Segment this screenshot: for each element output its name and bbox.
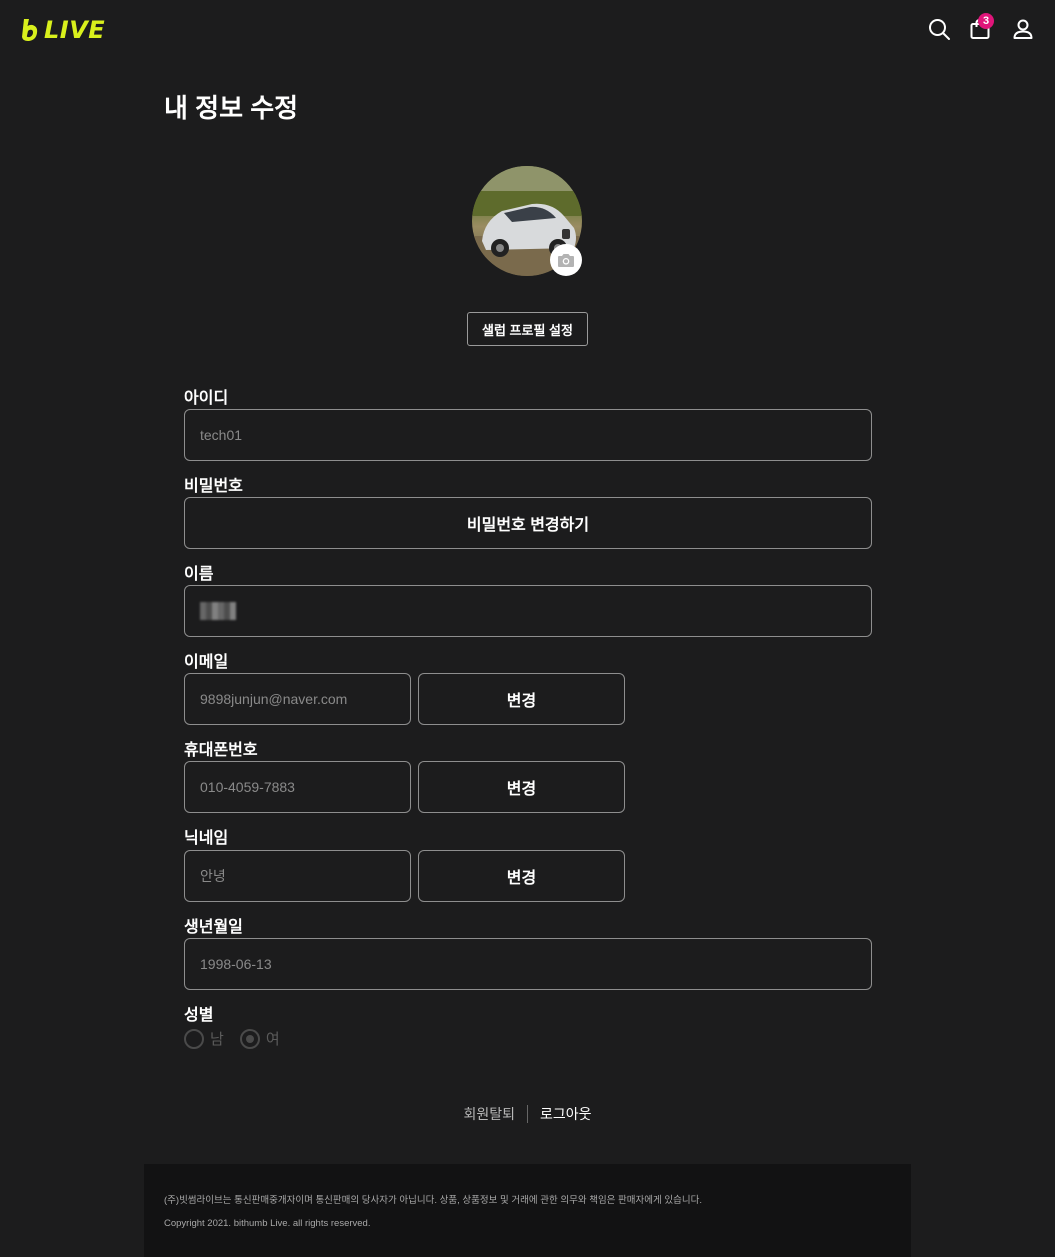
nickname-field[interactable]: 안녕: [184, 850, 411, 902]
birthdate-value: 1998-06-13: [200, 956, 272, 972]
logout-link[interactable]: 로그아웃: [528, 1104, 592, 1124]
id-field[interactable]: tech01: [184, 409, 872, 461]
name-label: 이름: [184, 566, 214, 583]
name-value-redacted: [200, 602, 236, 620]
change-password-button[interactable]: 비밀번호 변경하기: [184, 497, 872, 549]
nickname-value: 안녕: [200, 868, 226, 884]
email-field[interactable]: 9898junjun@naver.com: [184, 673, 411, 725]
footer-notice: (주)빗썸라이브는 통신판매중개자이며 통신판매의 당사자가 아닙니다. 상품,…: [164, 1195, 702, 1206]
profile-avatar-area: [472, 166, 584, 278]
nickname-label: 닉네임: [184, 830, 229, 847]
phone-field[interactable]: 010-4059-7883: [184, 761, 411, 813]
gender-female-label: 여: [265, 1031, 280, 1048]
birthdate-label: 생년월일: [184, 919, 243, 936]
email-value: 9898junjun@naver.com: [200, 691, 348, 707]
gender-radio-group: 남 여: [184, 1028, 290, 1049]
page-title: 내 정보 수정: [164, 93, 299, 123]
phone-label: 휴대폰번호: [184, 742, 258, 759]
gender-male-radio[interactable]: [184, 1028, 204, 1049]
footer: (주)빗썸라이브는 통신판매중개자이며 통신판매의 당사자가 아닙니다. 상품,…: [144, 1164, 911, 1257]
nickname-change-button[interactable]: 변경: [418, 850, 625, 902]
search-icon[interactable]: [927, 17, 951, 41]
phone-value: 010-4059-7883: [200, 779, 295, 795]
password-label: 비밀번호: [184, 478, 243, 495]
cart-icon[interactable]: 3: [968, 13, 994, 41]
camera-icon: [558, 253, 574, 267]
top-header: LIVE 3: [0, 0, 1055, 60]
cart-count-badge: 3: [978, 13, 994, 29]
account-links: 회원탈퇴 로그아웃: [0, 1104, 1055, 1124]
logo-mark-icon: [22, 19, 38, 42]
gender-female-radio[interactable]: [239, 1028, 260, 1049]
radio-selected-dot: [245, 1034, 254, 1043]
footer-copyright: Copyright 2021. bithumb Live. all rights…: [164, 1218, 371, 1229]
change-photo-button[interactable]: [550, 244, 582, 276]
email-label: 이메일: [184, 654, 229, 671]
id-value: tech01: [200, 427, 243, 443]
name-field[interactable]: [184, 585, 872, 637]
id-label: 아이디: [184, 390, 229, 407]
gender-label: 성별: [184, 1007, 214, 1024]
birthdate-field[interactable]: 1998-06-13: [184, 938, 872, 990]
logo-text: LIVE: [44, 16, 106, 44]
user-icon[interactable]: [1011, 17, 1035, 41]
email-change-button[interactable]: 변경: [418, 673, 625, 725]
phone-change-button[interactable]: 변경: [418, 761, 625, 813]
withdraw-link[interactable]: 회원탈퇴: [463, 1104, 527, 1124]
brand-logo[interactable]: LIVE: [20, 16, 105, 44]
gender-male-label: 남: [210, 1031, 224, 1048]
celeb-profile-settings-button[interactable]: 샐럽 프로필 설정: [467, 312, 588, 346]
